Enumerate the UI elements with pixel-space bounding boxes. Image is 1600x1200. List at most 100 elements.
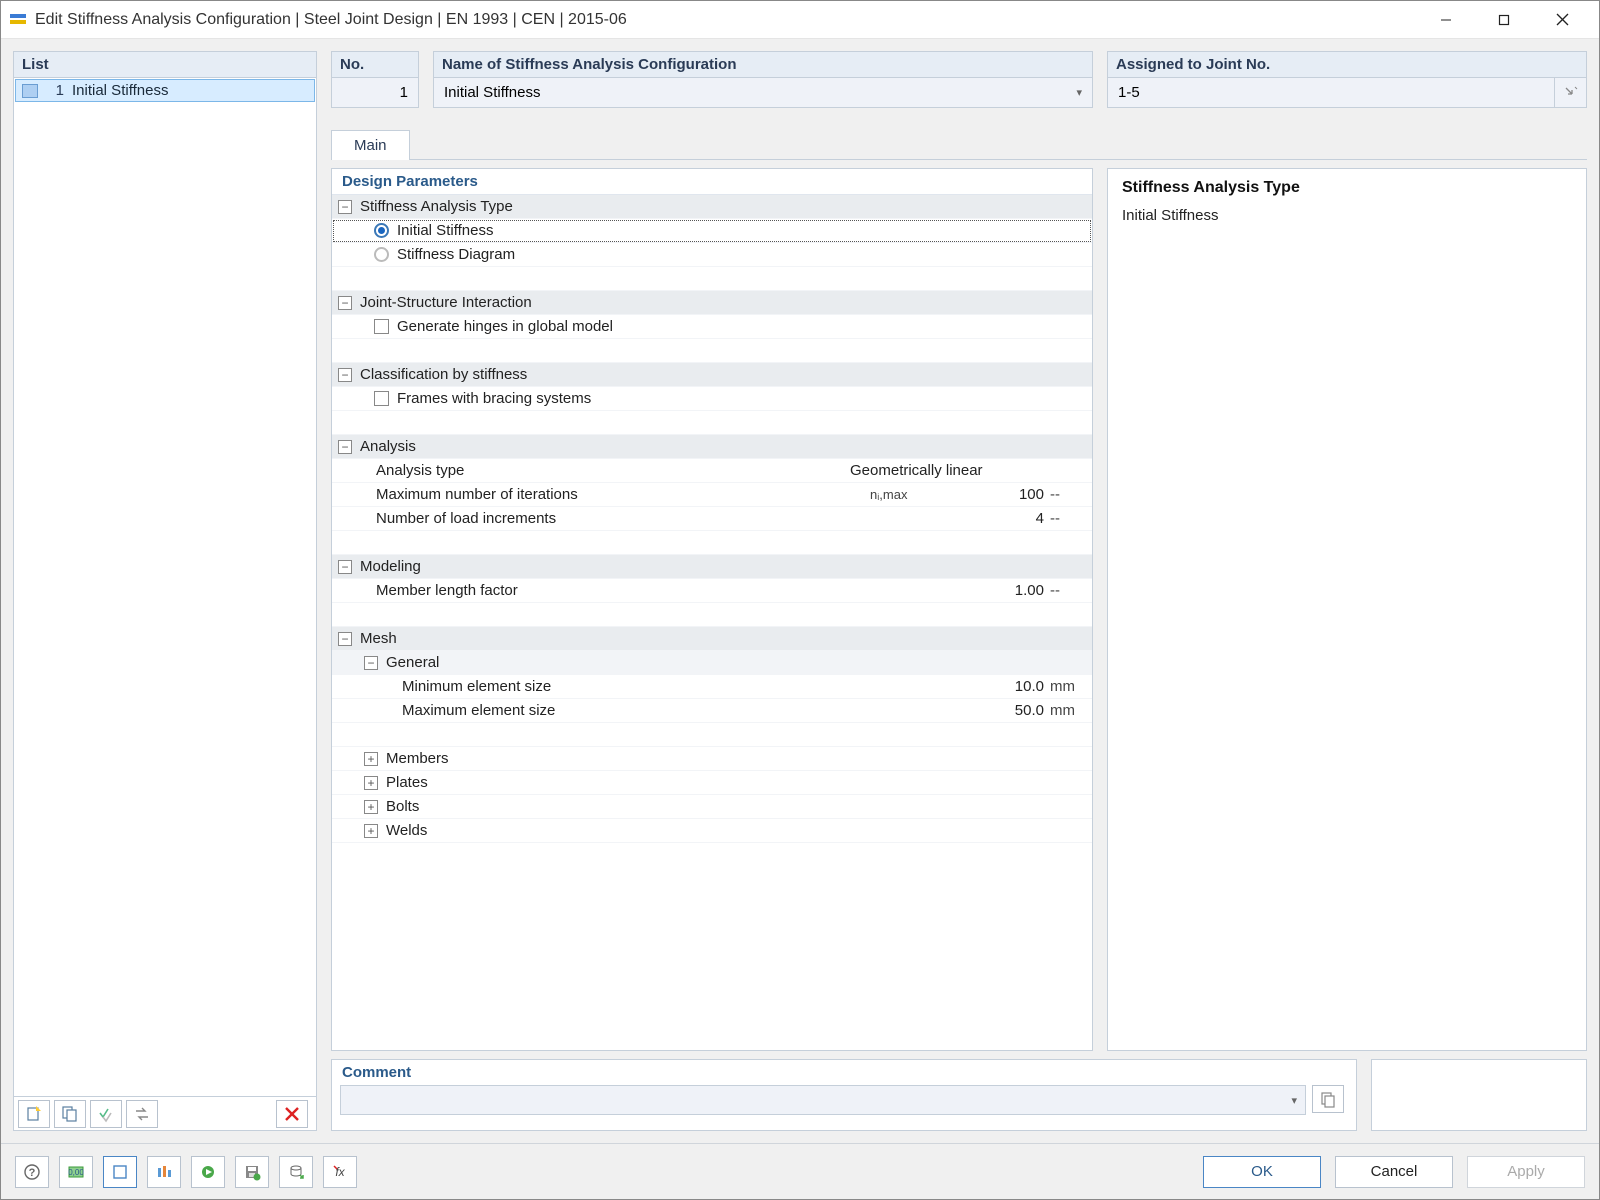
comment-combo[interactable]: ▾ bbox=[340, 1085, 1306, 1115]
copy-button[interactable] bbox=[54, 1100, 86, 1128]
spacer-row bbox=[332, 723, 1092, 747]
collapse-icon[interactable]: − bbox=[364, 656, 378, 670]
tabs: Main bbox=[331, 129, 1587, 160]
spacer-row bbox=[332, 531, 1092, 555]
sidebar-toolbar bbox=[13, 1097, 317, 1131]
minimize-button[interactable] bbox=[1417, 1, 1475, 39]
sidebar: List 1 Initial Stiffness bbox=[13, 51, 317, 1131]
close-button[interactable] bbox=[1533, 1, 1591, 39]
window-title: Edit Stiffness Analysis Configuration | … bbox=[35, 11, 1417, 29]
row-member-length-factor[interactable]: Member length factor 1.00 -- bbox=[332, 579, 1092, 603]
row-min-element-size[interactable]: Minimum element size 10.0 mm bbox=[332, 675, 1092, 699]
view-button[interactable] bbox=[103, 1156, 137, 1188]
no-label: No. bbox=[331, 51, 419, 78]
spacer-row bbox=[332, 603, 1092, 627]
info-panel: Stiffness Analysis Type Initial Stiffnes… bbox=[1107, 168, 1587, 1051]
group-analysis[interactable]: − Analysis bbox=[332, 435, 1092, 459]
collapse-icon[interactable]: − bbox=[338, 200, 352, 214]
check-frames-bracing[interactable]: Frames with bracing systems bbox=[332, 387, 1092, 411]
svg-text:?: ? bbox=[29, 1167, 36, 1179]
default-button[interactable] bbox=[147, 1156, 181, 1188]
collapse-icon[interactable]: − bbox=[338, 440, 352, 454]
titlebar: Edit Stiffness Analysis Configuration | … bbox=[1, 1, 1599, 39]
sidebar-list[interactable]: 1 Initial Stiffness bbox=[13, 78, 317, 1097]
ok-button[interactable]: OK bbox=[1203, 1156, 1321, 1188]
export-button[interactable] bbox=[279, 1156, 313, 1188]
no-field: No. 1 bbox=[331, 51, 419, 117]
group-mesh[interactable]: − Mesh bbox=[332, 627, 1092, 651]
tab-main[interactable]: Main bbox=[331, 130, 410, 160]
parameter-tree[interactable]: − Stiffness Analysis Type Initial Stiffn… bbox=[332, 195, 1092, 1050]
pick-joint-button[interactable] bbox=[1555, 78, 1587, 108]
row-load-increments[interactable]: Number of load increments 4 -- bbox=[332, 507, 1092, 531]
spacer-row bbox=[332, 267, 1092, 291]
parameters-panel: Design Parameters − Stiffness Analysis T… bbox=[331, 168, 1093, 1051]
comment-label: Comment bbox=[332, 1060, 1356, 1085]
help-button[interactable]: ? bbox=[15, 1156, 49, 1188]
joint-field: Assigned to Joint No. 1-5 bbox=[1107, 51, 1587, 117]
group-classification[interactable]: − Classification by stiffness bbox=[332, 363, 1092, 387]
chevron-down-icon: ▾ bbox=[1291, 1094, 1297, 1107]
radio-icon[interactable] bbox=[374, 247, 389, 262]
group-mesh-general[interactable]: − General bbox=[332, 651, 1092, 675]
cancel-button[interactable]: Cancel bbox=[1335, 1156, 1453, 1188]
info-title: Stiffness Analysis Type bbox=[1122, 179, 1572, 197]
check-generate-hinges[interactable]: Generate hinges in global model bbox=[332, 315, 1092, 339]
group-mesh-bolts[interactable]: + Bolts bbox=[332, 795, 1092, 819]
row-analysis-type[interactable]: Analysis type Geometrically linear bbox=[332, 459, 1092, 483]
joint-input[interactable]: 1-5 bbox=[1107, 78, 1555, 108]
name-value: Initial Stiffness bbox=[444, 84, 1076, 101]
svg-text:fx: fx bbox=[335, 1165, 345, 1179]
radio-initial-stiffness[interactable]: Initial Stiffness bbox=[332, 219, 1092, 243]
delete-button[interactable] bbox=[276, 1100, 308, 1128]
name-label: Name of Stiffness Analysis Configuration bbox=[433, 51, 1093, 78]
expand-icon[interactable]: + bbox=[364, 776, 378, 790]
group-joint-interaction[interactable]: − Joint-Structure Interaction bbox=[332, 291, 1092, 315]
group-mesh-plates[interactable]: + Plates bbox=[332, 771, 1092, 795]
sidebar-item-num: 1 bbox=[44, 82, 64, 99]
function-button[interactable]: fx bbox=[323, 1156, 357, 1188]
spacer-row bbox=[332, 339, 1092, 363]
config-icon bbox=[22, 84, 38, 98]
sidebar-item-label: Initial Stiffness bbox=[72, 82, 168, 99]
new-button[interactable] bbox=[18, 1100, 50, 1128]
row-max-element-size[interactable]: Maximum element size 50.0 mm bbox=[332, 699, 1092, 723]
collapse-icon[interactable]: − bbox=[338, 632, 352, 646]
row-max-iterations[interactable]: Maximum number of iterations nᵢ,max 100 … bbox=[332, 483, 1092, 507]
bottom-bar: ? 0,00 fx OK Cancel Apply bbox=[1, 1143, 1599, 1199]
collapse-icon[interactable]: − bbox=[338, 560, 352, 574]
swap-button[interactable] bbox=[126, 1100, 158, 1128]
group-stiffness-type[interactable]: − Stiffness Analysis Type bbox=[332, 195, 1092, 219]
save-button[interactable] bbox=[235, 1156, 269, 1188]
radio-icon[interactable] bbox=[374, 223, 389, 238]
checkbox-icon[interactable] bbox=[374, 391, 389, 406]
name-combo[interactable]: Initial Stiffness ▾ bbox=[433, 78, 1093, 108]
checkbox-icon[interactable] bbox=[374, 319, 389, 334]
radio-stiffness-diagram[interactable]: Stiffness Diagram bbox=[332, 243, 1092, 267]
preview-box bbox=[1371, 1059, 1587, 1131]
svg-text:0,00: 0,00 bbox=[68, 1168, 84, 1177]
sidebar-item-1[interactable]: 1 Initial Stiffness bbox=[15, 79, 315, 102]
name-field: Name of Stiffness Analysis Configuration… bbox=[433, 51, 1093, 117]
group-mesh-welds[interactable]: + Welds bbox=[332, 819, 1092, 843]
comment-library-button[interactable] bbox=[1312, 1085, 1344, 1113]
expand-icon[interactable]: + bbox=[364, 752, 378, 766]
app-icon bbox=[9, 11, 27, 29]
units-button[interactable]: 0,00 bbox=[59, 1156, 93, 1188]
expand-icon[interactable]: + bbox=[364, 800, 378, 814]
no-input[interactable]: 1 bbox=[331, 78, 419, 108]
maximize-button[interactable] bbox=[1475, 1, 1533, 39]
info-body: Initial Stiffness bbox=[1122, 207, 1572, 224]
collapse-icon[interactable]: − bbox=[338, 368, 352, 382]
group-modeling[interactable]: − Modeling bbox=[332, 555, 1092, 579]
sidebar-header: List bbox=[13, 51, 317, 78]
spacer-row bbox=[332, 411, 1092, 435]
collapse-icon[interactable]: − bbox=[338, 296, 352, 310]
expand-icon[interactable]: + bbox=[364, 824, 378, 838]
calculate-button[interactable] bbox=[191, 1156, 225, 1188]
group-mesh-members[interactable]: + Members bbox=[332, 747, 1092, 771]
apply-button[interactable]: Apply bbox=[1467, 1156, 1585, 1188]
chevron-down-icon: ▾ bbox=[1076, 86, 1082, 99]
check-button[interactable] bbox=[90, 1100, 122, 1128]
joint-label: Assigned to Joint No. bbox=[1107, 51, 1587, 78]
